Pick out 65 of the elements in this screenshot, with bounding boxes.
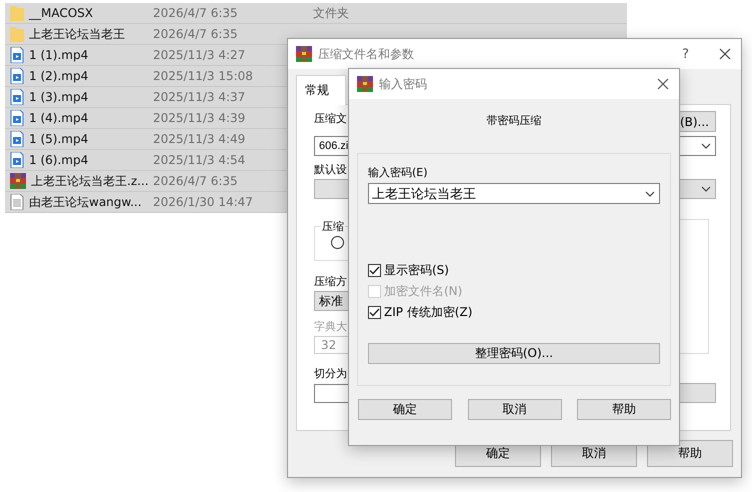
password-field[interactable]: 上老王论坛当老王 bbox=[368, 183, 660, 204]
dialog-button[interactable]: 帮助 bbox=[577, 399, 671, 420]
group-label: 压缩 bbox=[321, 219, 345, 234]
dialog-heading: 带密码压缩 bbox=[486, 114, 542, 127]
chevron-down-icon bbox=[645, 190, 655, 196]
file-date: 2025/11/3 4:49 bbox=[153, 132, 246, 146]
video-file-icon bbox=[10, 89, 24, 105]
file-name: 1 (6).mp4 bbox=[29, 153, 88, 167]
window-title: 输入密码 bbox=[379, 76, 428, 92]
file-date: 2025/11/3 4:37 bbox=[153, 90, 246, 104]
organize-passwords-button[interactable]: 整理密码(O)... bbox=[368, 343, 660, 364]
chevron-down-icon bbox=[701, 186, 711, 192]
file-type: 文件夹 bbox=[313, 4, 349, 22]
field-label: 压缩文 bbox=[314, 111, 347, 126]
window-title: 压缩文件名和参数 bbox=[318, 46, 415, 62]
field-label: 切分为 bbox=[314, 366, 347, 381]
file-name: 1 (5).mp4 bbox=[29, 132, 88, 146]
file-name: 1 (3).mp4 bbox=[29, 90, 88, 104]
file-date: 2026/4/7 6:35 bbox=[153, 6, 239, 20]
chevron-down-icon bbox=[701, 143, 711, 149]
help-button[interactable]: ? bbox=[682, 46, 689, 62]
video-file-icon bbox=[10, 131, 24, 147]
checkbox[interactable] bbox=[368, 306, 381, 319]
checkbox-option[interactable]: ZIP 传统加密(Z) bbox=[368, 306, 660, 319]
close-icon[interactable] bbox=[657, 78, 669, 90]
file-date: 2025/11/3 4:54 bbox=[153, 153, 246, 167]
check-icon bbox=[369, 308, 380, 317]
stacked-books-icon bbox=[10, 173, 26, 189]
file-date: 2026/4/7 6:35 bbox=[153, 27, 239, 41]
file-name: 上老王论坛当老王.z... bbox=[31, 172, 149, 190]
field-label: 默认设 bbox=[314, 162, 347, 177]
dialog-button[interactable]: 确定 bbox=[358, 399, 452, 420]
stacked-books-icon bbox=[296, 46, 312, 62]
radio-button[interactable] bbox=[331, 236, 344, 249]
file-date: 2026/1/30 14:47 bbox=[153, 195, 254, 209]
field-label: 输入密码(E) bbox=[368, 165, 428, 180]
field-label: 字典大 bbox=[314, 319, 347, 334]
video-file-icon bbox=[10, 152, 24, 168]
check-icon bbox=[369, 266, 380, 275]
dialog-button[interactable]: 帮助 bbox=[647, 440, 733, 467]
folder-icon bbox=[10, 26, 24, 42]
file-name: 上老王论坛当老王 bbox=[29, 26, 125, 42]
video-file-icon bbox=[10, 47, 24, 63]
checkbox[interactable] bbox=[368, 264, 381, 277]
file-name: 1 (4).mp4 bbox=[29, 111, 88, 125]
file-date: 2025/11/3 4:27 bbox=[153, 48, 246, 62]
file-name: 由老王论坛wangw... bbox=[29, 194, 142, 210]
file-row[interactable]: __MACOSX 2026/4/7 6:35 文件夹 bbox=[5, 3, 627, 24]
close-icon[interactable] bbox=[719, 48, 731, 60]
file-date: 2025/11/3 15:08 bbox=[153, 69, 254, 83]
file-name: __MACOSX bbox=[29, 6, 94, 20]
text-file-icon bbox=[10, 194, 24, 210]
dialog-button[interactable]: 取消 bbox=[468, 399, 562, 420]
folder-icon bbox=[10, 5, 24, 21]
file-name: 1 (2).mp4 bbox=[29, 69, 88, 83]
browse-button[interactable]: (B)... bbox=[679, 111, 716, 132]
file-date: 2025/11/3 4:39 bbox=[153, 111, 246, 125]
stacked-books-icon bbox=[357, 76, 373, 92]
video-file-icon bbox=[10, 68, 24, 84]
field-label: 压缩方 bbox=[314, 274, 347, 289]
checkbox-option[interactable]: 显示密码(S) bbox=[368, 264, 660, 277]
video-file-icon bbox=[10, 110, 24, 126]
tab[interactable]: 常规 bbox=[296, 75, 346, 105]
file-date: 2026/4/7 6:35 bbox=[153, 174, 239, 188]
file-name: 1 (1).mp4 bbox=[29, 48, 88, 62]
